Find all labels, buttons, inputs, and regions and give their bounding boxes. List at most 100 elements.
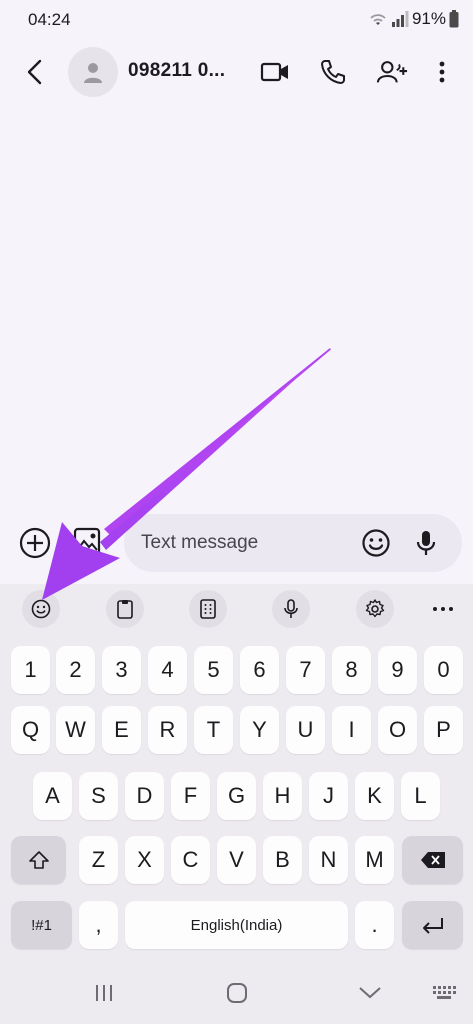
- backspace-icon: [420, 852, 445, 868]
- key-5[interactable]: 5: [194, 646, 233, 694]
- avatar[interactable]: [68, 47, 118, 97]
- gallery-button[interactable]: [72, 524, 106, 560]
- attach-button[interactable]: [18, 526, 52, 560]
- key-9[interactable]: 9: [378, 646, 417, 694]
- backspace-key[interactable]: [402, 836, 463, 884]
- more-options-button[interactable]: [430, 56, 454, 88]
- person-icon: [84, 63, 102, 83]
- video-camera-icon: [260, 62, 288, 82]
- chevron-down-icon: [359, 987, 381, 999]
- recents-icon: [96, 985, 112, 1001]
- symbols-key[interactable]: !#1: [11, 901, 72, 949]
- shift-icon: [28, 851, 49, 869]
- microphone-icon: [284, 599, 298, 618]
- period-key[interactable]: .: [355, 901, 394, 949]
- key-q[interactable]: Q: [11, 706, 50, 754]
- key-t[interactable]: T: [194, 706, 233, 754]
- key-p[interactable]: P: [424, 706, 463, 754]
- key-y[interactable]: Y: [240, 706, 279, 754]
- keyboard-more-button[interactable]: [424, 590, 462, 628]
- comma-key[interactable]: ,: [79, 901, 118, 949]
- enter-icon: [422, 918, 443, 934]
- voice-input-button[interactable]: [410, 527, 442, 559]
- key-d[interactable]: D: [125, 772, 164, 820]
- voice-call-button[interactable]: [317, 56, 349, 88]
- conversation-header: 098211 0...: [0, 40, 473, 104]
- key-1[interactable]: 1: [11, 646, 50, 694]
- key-0[interactable]: 0: [424, 646, 463, 694]
- key-l[interactable]: L: [401, 772, 440, 820]
- keyboard-toolbar: [0, 584, 473, 634]
- wifi-icon: [370, 14, 386, 25]
- smiley-icon: [362, 529, 390, 557]
- key-o[interactable]: O: [378, 706, 417, 754]
- gear-icon: [365, 599, 385, 618]
- key-3[interactable]: 3: [102, 646, 141, 694]
- conversation-area: [0, 104, 473, 510]
- numeric-keypad-icon: [200, 599, 216, 619]
- battery-icon: [449, 10, 459, 28]
- video-call-button[interactable]: [259, 56, 291, 88]
- key-c[interactable]: C: [171, 836, 210, 884]
- back-nav-button[interactable]: [355, 978, 385, 1008]
- key-s[interactable]: S: [79, 772, 118, 820]
- key-k[interactable]: K: [355, 772, 394, 820]
- back-button[interactable]: [20, 56, 50, 88]
- gallery-camera-icon: [73, 527, 101, 557]
- status-indicators: 91%: [368, 9, 459, 29]
- compose-bar: [0, 510, 473, 576]
- key-v[interactable]: V: [217, 836, 256, 884]
- keyboard-switch-button[interactable]: [429, 978, 459, 1008]
- phone-icon: [321, 60, 345, 84]
- keyboard-voice-button[interactable]: [272, 590, 310, 628]
- key-7[interactable]: 7: [286, 646, 325, 694]
- more-horizontal-icon: [433, 607, 453, 611]
- shift-key[interactable]: [11, 836, 66, 884]
- key-i[interactable]: I: [332, 706, 371, 754]
- key-j[interactable]: J: [309, 772, 348, 820]
- emoji-button[interactable]: [360, 527, 392, 559]
- back-arrow-icon: [27, 59, 42, 85]
- system-navigation-bar: [0, 960, 473, 1024]
- signal-icon: [391, 11, 409, 27]
- key-r[interactable]: R: [148, 706, 187, 754]
- key-g[interactable]: G: [217, 772, 256, 820]
- keyboard-icon: [433, 986, 456, 999]
- status-bar: 04:24 91%: [0, 0, 473, 40]
- key-8[interactable]: 8: [332, 646, 371, 694]
- key-e[interactable]: E: [102, 706, 141, 754]
- more-vertical-icon: [439, 61, 445, 83]
- key-z[interactable]: Z: [79, 836, 118, 884]
- key-w[interactable]: W: [56, 706, 95, 754]
- smiley-icon: [31, 599, 51, 619]
- enter-key[interactable]: [402, 901, 463, 949]
- key-a[interactable]: A: [33, 772, 72, 820]
- status-time: 04:24: [28, 10, 71, 29]
- add-people-button[interactable]: [376, 56, 408, 88]
- add-person-icon: [376, 61, 408, 83]
- key-h[interactable]: H: [263, 772, 302, 820]
- key-f[interactable]: F: [171, 772, 210, 820]
- message-input[interactable]: [141, 514, 351, 572]
- plus-circle-icon: [19, 527, 51, 559]
- recent-apps-button[interactable]: [89, 978, 119, 1008]
- key-4[interactable]: 4: [148, 646, 187, 694]
- space-key[interactable]: English(India): [125, 901, 348, 949]
- key-n[interactable]: N: [309, 836, 348, 884]
- message-field[interactable]: [124, 514, 462, 572]
- clipboard-icon: [117, 600, 133, 619]
- keyboard: 1 2 3 4 5 6 7 8 9 0 Q W E R T Y U I O P …: [0, 634, 473, 960]
- clipboard-button[interactable]: [106, 590, 144, 628]
- keyboard-emoji-button[interactable]: [22, 590, 60, 628]
- home-button[interactable]: [222, 978, 252, 1008]
- key-u[interactable]: U: [286, 706, 325, 754]
- key-6[interactable]: 6: [240, 646, 279, 694]
- keyboard-mode-button[interactable]: [189, 590, 227, 628]
- key-b[interactable]: B: [263, 836, 302, 884]
- key-2[interactable]: 2: [56, 646, 95, 694]
- home-icon: [227, 983, 247, 1003]
- key-m[interactable]: M: [355, 836, 394, 884]
- keyboard-settings-button[interactable]: [356, 590, 394, 628]
- contact-name[interactable]: 098211 0...: [128, 60, 225, 82]
- key-x[interactable]: X: [125, 836, 164, 884]
